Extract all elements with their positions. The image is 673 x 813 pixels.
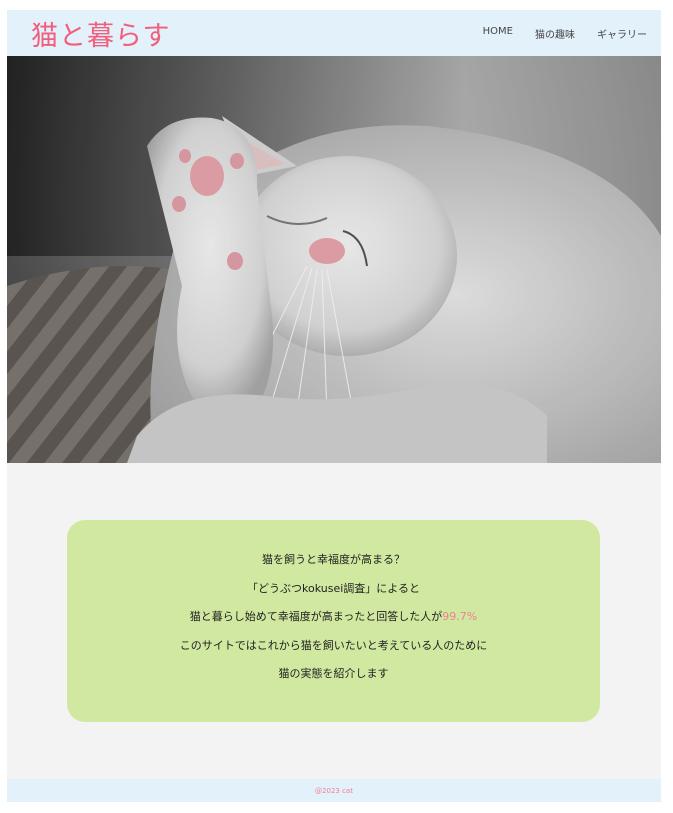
intro-card: 猫を飼うと幸福度が高まる？ 「どうぶつkokusei調査」によると 猫と暮らし始…	[67, 520, 600, 722]
nav-home[interactable]: HOME	[483, 26, 513, 41]
site-header: 猫と暮らす HOME 猫の趣味 ギャラリー	[7, 10, 661, 56]
nav-gallery[interactable]: ギャラリー	[597, 26, 647, 41]
site-logo[interactable]: 猫と暮らす	[31, 14, 170, 53]
intro-line-3: 猫と暮らし始めて幸福度が高まったと回答した人が99.7%	[67, 610, 600, 624]
intro-line-3-text: 猫と暮らし始めて幸福度が高まったと回答した人が	[189, 610, 443, 624]
page: 猫と暮らす HOME 猫の趣味 ギャラリー 猫を飼うと幸福度が高まる？ 「どうぶ…	[7, 10, 661, 802]
copyright-text: @2023 cat	[315, 786, 353, 795]
happiness-percentage: 99.7%	[442, 610, 478, 624]
nav-cat-hobby[interactable]: 猫の趣味	[535, 26, 575, 41]
sleeping-cat-illustration	[7, 56, 661, 463]
intro-line-2: 「どうぶつkokusei調査」によると	[247, 581, 420, 595]
hero-image	[7, 56, 661, 463]
intro-line-4: このサイトではこれから猫を飼いたいと考えている人のために	[179, 638, 488, 652]
main-nav: HOME 猫の趣味 ギャラリー	[483, 26, 647, 41]
site-footer: @2023 cat	[7, 779, 661, 802]
intro-line-5: 猫の実態を紹介します	[278, 667, 389, 681]
intro-line-1: 猫を飼うと幸福度が高まる？	[262, 553, 405, 566]
